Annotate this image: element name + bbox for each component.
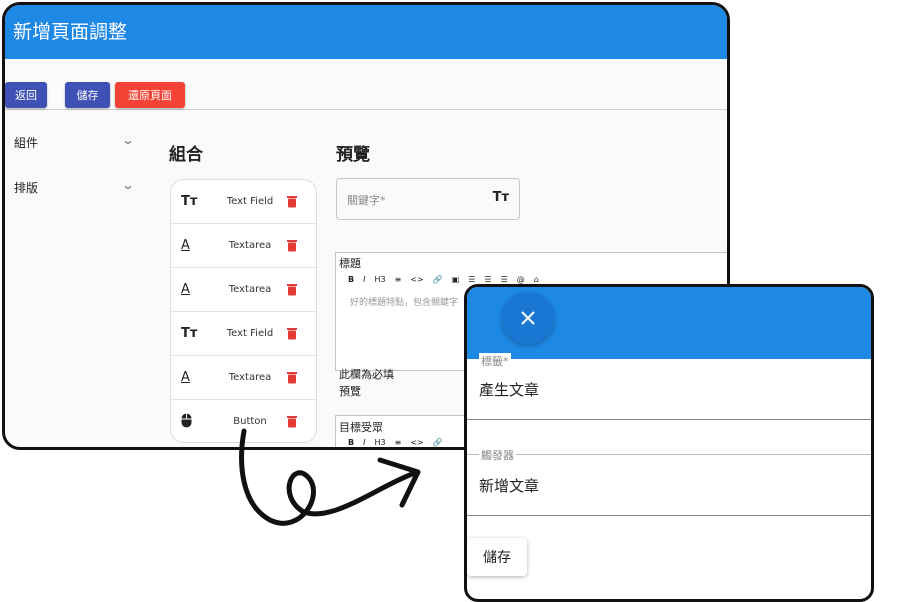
dialog-header bbox=[467, 287, 871, 359]
image-icon[interactable]: ▣ bbox=[452, 275, 460, 284]
list-item[interactable]: A Textarea bbox=[171, 224, 316, 268]
sidebar-item-components[interactable]: 組件 bbox=[14, 134, 38, 151]
sidebar-item-label: 排版 bbox=[14, 181, 39, 195]
trigger-field-value: 新增文章 bbox=[479, 477, 540, 495]
reset-page-button[interactable]: 還原頁面 bbox=[115, 82, 185, 108]
component-label: Textarea bbox=[228, 284, 272, 295]
sidebar-item-label: 組件 bbox=[14, 136, 39, 150]
numbered-list-icon[interactable]: ☰ bbox=[484, 275, 491, 284]
align-icon[interactable]: ≡ bbox=[395, 275, 402, 284]
keyword-placeholder: 關鍵字* bbox=[347, 194, 386, 207]
trash-icon[interactable] bbox=[286, 239, 298, 252]
trigger-field-label: 觸發器 bbox=[479, 447, 516, 463]
preview-footer: 預覽 bbox=[339, 385, 361, 398]
component-label: Textarea bbox=[228, 372, 272, 383]
link-icon[interactable]: 🔗 bbox=[433, 275, 443, 284]
textarea-icon: A bbox=[181, 282, 190, 297]
italic-icon[interactable]: I bbox=[363, 275, 365, 284]
save-button[interactable]: 儲存 bbox=[65, 82, 110, 108]
sidebar-item-layout[interactable]: 排版 bbox=[14, 179, 38, 196]
field-spacer bbox=[467, 419, 871, 454]
back-button[interactable]: 返回 bbox=[5, 82, 47, 108]
app-title: 新增頁面調整 bbox=[13, 21, 128, 43]
curly-arrow-icon bbox=[239, 428, 421, 526]
toolbar: 返回 儲存 還原頁面 bbox=[5, 82, 727, 110]
list-item[interactable]: A Textarea bbox=[171, 356, 316, 400]
mouse-icon bbox=[181, 413, 192, 428]
text-field-icon: Tт bbox=[181, 194, 198, 209]
link-icon[interactable]: 🔗 bbox=[433, 438, 443, 447]
checklist-icon[interactable]: ☰ bbox=[501, 275, 508, 284]
trash-icon[interactable] bbox=[286, 327, 298, 340]
text-field-icon: Tт bbox=[181, 326, 198, 341]
trash-icon[interactable] bbox=[286, 371, 298, 384]
tag-field-label: 標籤* bbox=[479, 353, 511, 369]
tag-field-value: 產生文章 bbox=[479, 381, 540, 399]
tag-icon[interactable]: ⌂ bbox=[534, 275, 539, 284]
palette-title: 組合 bbox=[169, 145, 203, 165]
close-button[interactable] bbox=[502, 292, 554, 344]
editor-toolbar: B I H3 ≡ <> 🔗 ▣ ☰ ☰ ☰ @ ⌂ bbox=[348, 275, 539, 284]
trigger-field[interactable]: 觸發器 新增文章 bbox=[467, 447, 871, 516]
editor-placeholder: 好的標題特點，包含關鍵字 bbox=[350, 298, 459, 308]
component-label: Text Field bbox=[226, 196, 274, 207]
close-icon bbox=[521, 311, 535, 325]
textarea-icon: A bbox=[181, 370, 190, 385]
list-item[interactable]: A Textarea bbox=[171, 268, 316, 312]
component-label: Text Field bbox=[226, 328, 274, 339]
component-palette: Tт Text Field A Textarea A Textarea Tт T… bbox=[170, 179, 317, 443]
app-bar: 新增頁面調整 bbox=[5, 5, 727, 59]
code-icon[interactable]: <> bbox=[410, 275, 423, 284]
chevron-down-icon[interactable]: ⌄ bbox=[121, 178, 135, 192]
bold-icon[interactable]: B bbox=[348, 275, 354, 284]
editor-label: 標題 bbox=[339, 257, 361, 270]
trash-icon[interactable] bbox=[286, 283, 298, 296]
bullet-list-icon[interactable]: ☰ bbox=[468, 275, 475, 284]
keyword-field[interactable]: 關鍵字* Tт bbox=[336, 178, 520, 220]
chevron-down-icon[interactable]: ⌄ bbox=[121, 133, 135, 147]
preview-title: 預覽 bbox=[336, 145, 370, 165]
dialog-save-button[interactable]: 儲存 bbox=[467, 538, 527, 576]
mention-icon[interactable]: @ bbox=[517, 275, 525, 284]
heading-icon[interactable]: H3 bbox=[374, 275, 385, 284]
required-note: 此欄為必填 bbox=[339, 368, 394, 381]
component-label: Textarea bbox=[228, 240, 272, 251]
tag-field[interactable]: 標籤* 產生文章 bbox=[467, 353, 871, 420]
trigger-dialog: 標籤* 產生文章 觸發器 新增文章 儲存 bbox=[464, 284, 874, 602]
list-item[interactable]: Tт Text Field bbox=[171, 312, 316, 356]
list-item[interactable]: Tт Text Field bbox=[171, 180, 316, 224]
trash-icon[interactable] bbox=[286, 195, 298, 208]
text-field-icon: Tт bbox=[492, 190, 509, 205]
textarea-icon: A bbox=[181, 238, 190, 253]
